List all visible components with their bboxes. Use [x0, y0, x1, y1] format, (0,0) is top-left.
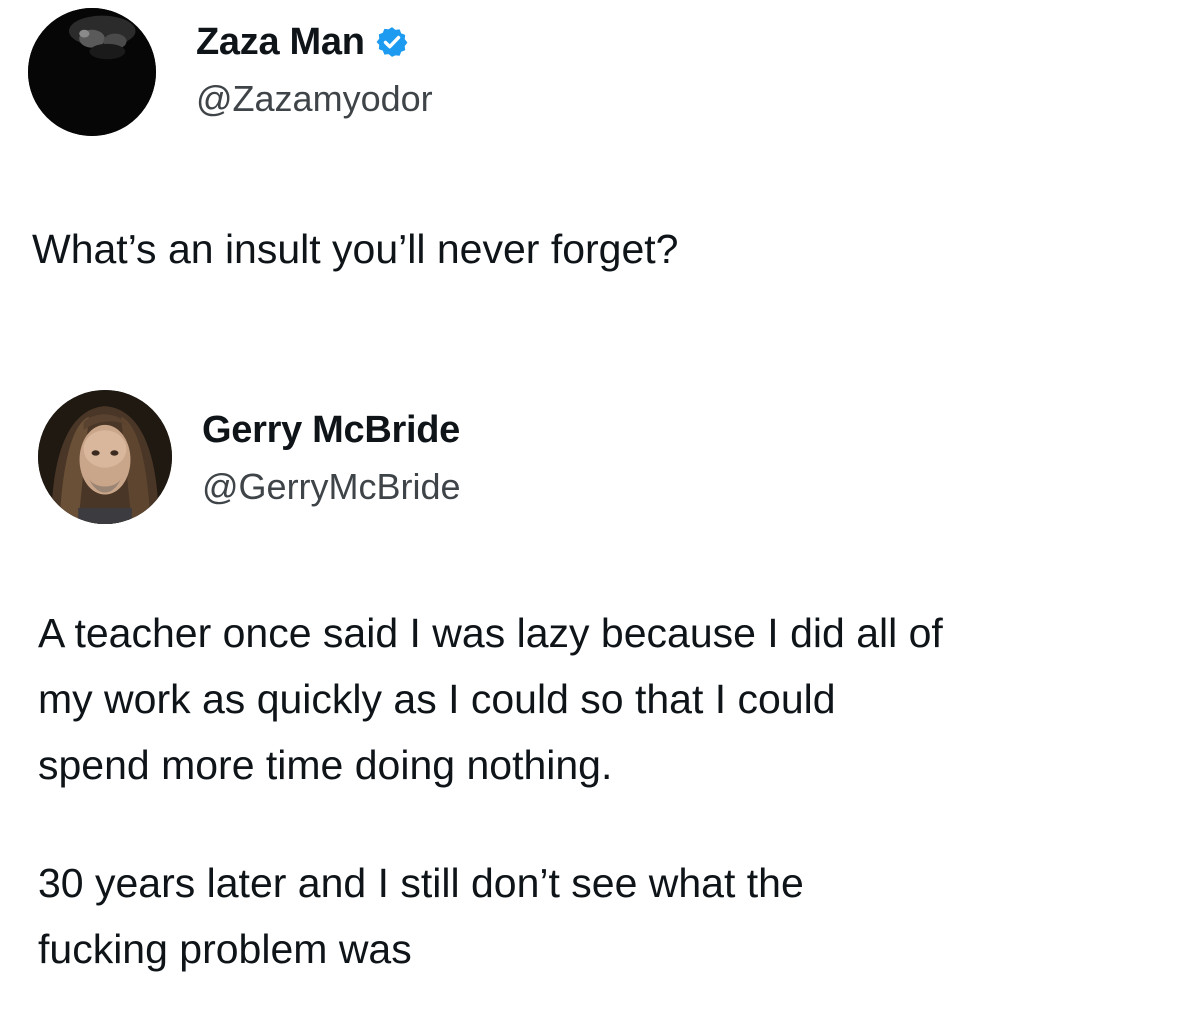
long-haired-man-photo-icon	[38, 390, 172, 524]
author-name[interactable]: Gerry McBride	[202, 408, 460, 452]
tweet-paragraph: 30 years later and I still don’t see wha…	[38, 860, 804, 972]
tweet-paragraph: What’s an insult you’ll never forget?	[32, 226, 679, 272]
author-name-text: Zaza Man	[196, 21, 365, 63]
author-handle[interactable]: @Zazamyodor	[196, 78, 433, 120]
tweet-text: What’s an insult you’ll never forget?	[32, 216, 1182, 282]
verified-badge-icon[interactable]	[375, 25, 409, 59]
tweet-paragraph: A teacher once said I was lazy because I…	[38, 610, 943, 788]
avatar-zaza-man[interactable]	[28, 8, 156, 136]
author-name[interactable]: Zaza Man	[196, 20, 409, 64]
tweet-text: A teacher once said I was lazy because I…	[38, 600, 1188, 982]
dark-profile-photo-icon	[28, 8, 156, 136]
author-handle[interactable]: @GerryMcBride	[202, 466, 461, 508]
avatar-gerry-mcbride[interactable]	[38, 390, 172, 524]
